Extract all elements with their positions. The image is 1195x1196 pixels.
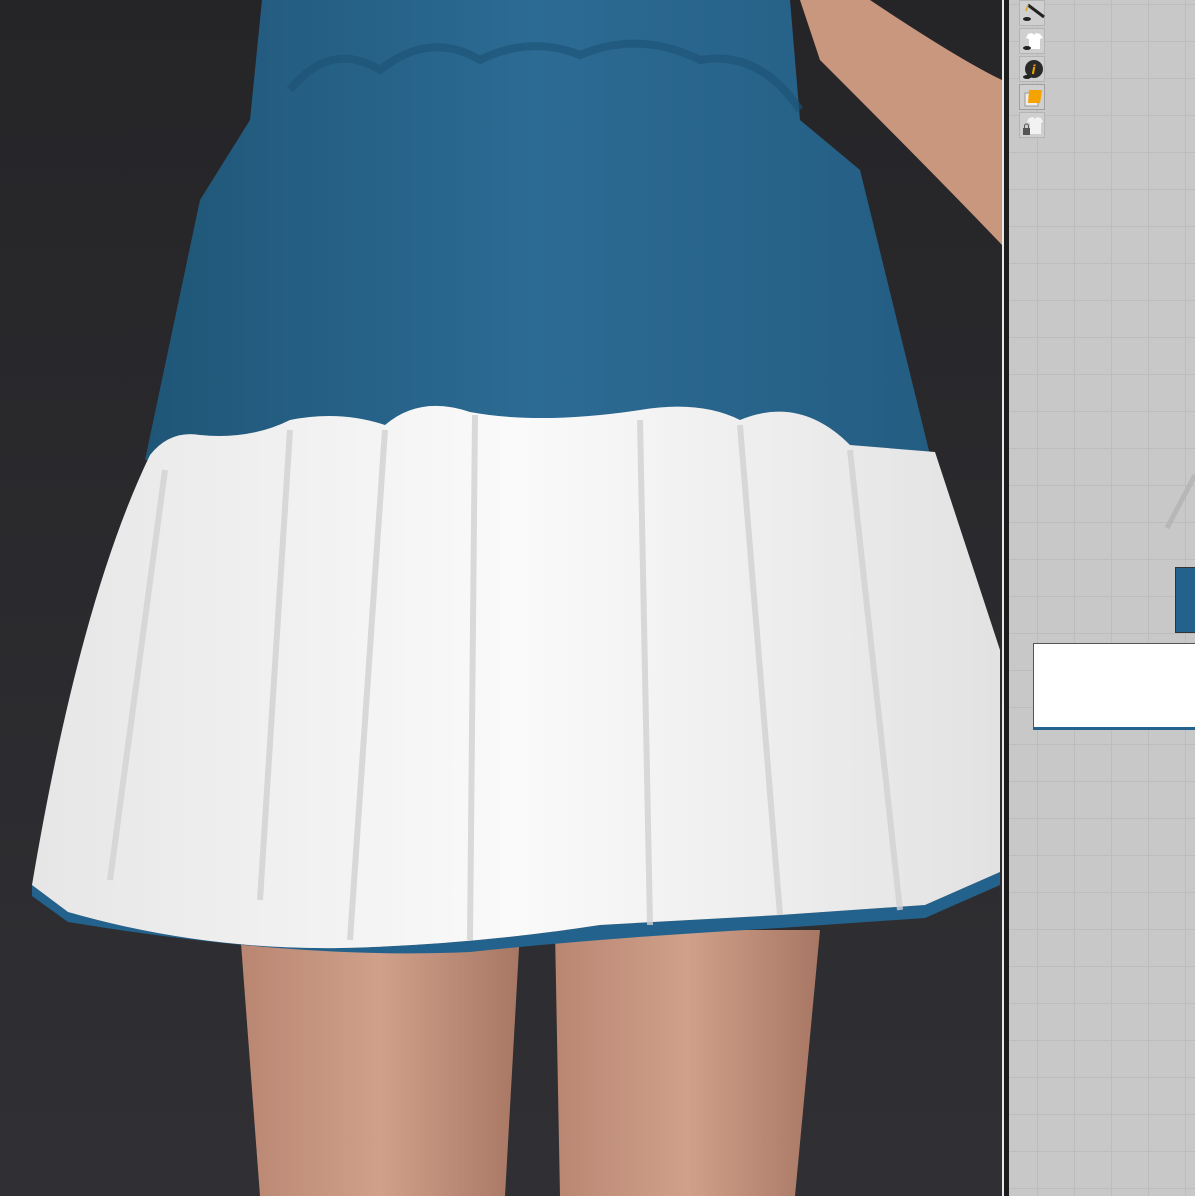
3d-viewport[interactable]: [0, 0, 1002, 1196]
left-leg: [240, 930, 520, 1196]
blue-tier: [145, 0, 930, 460]
show-garment-icon: [1023, 33, 1043, 50]
panel-divider[interactable]: [1002, 0, 1009, 1196]
show-info-icon: i: [1023, 60, 1043, 79]
show-info-button[interactable]: i: [1019, 56, 1045, 82]
show-internal-lines-button[interactable]: [1019, 0, 1045, 26]
lock-garment-button[interactable]: [1019, 112, 1045, 138]
2d-pattern-window[interactable]: i: [1009, 0, 1195, 1196]
white-tier-piece[interactable]: [1033, 643, 1195, 730]
avatar-garment-render: [32, 0, 1002, 1196]
right-leg: [555, 930, 820, 1196]
fabric-texture-button[interactable]: [1019, 84, 1045, 110]
show-internal-lines-icon: [1023, 3, 1045, 21]
show-garment-button[interactable]: [1019, 28, 1045, 54]
lock-garment-icon: [1023, 117, 1043, 135]
fabric-texture-icon: [1024, 90, 1042, 107]
blue-tier-piece[interactable]: [1175, 567, 1195, 633]
pattern-toolbar: i: [1019, 0, 1047, 140]
pattern-guide-line: [1164, 473, 1195, 530]
